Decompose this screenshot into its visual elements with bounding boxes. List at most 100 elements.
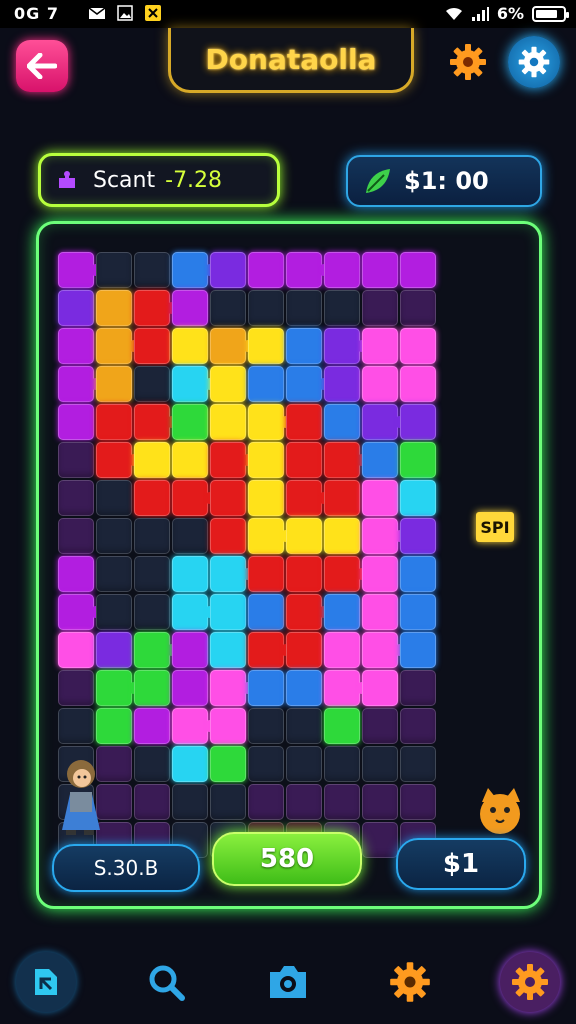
puzzle-piece[interactable] — [58, 708, 94, 744]
puzzle-piece[interactable] — [362, 518, 398, 554]
puzzle-piece[interactable] — [210, 746, 246, 782]
play-score-button[interactable]: 580 — [212, 832, 362, 886]
puzzle-piece[interactable] — [248, 442, 284, 478]
puzzle-piece[interactable] — [286, 328, 322, 364]
puzzle-piece[interactable] — [324, 670, 360, 706]
puzzle-piece[interactable] — [172, 784, 208, 820]
nav-settings[interactable] — [500, 952, 560, 1012]
puzzle-piece[interactable] — [96, 252, 132, 288]
puzzle-piece[interactable] — [400, 518, 436, 554]
puzzle-piece[interactable] — [324, 594, 360, 630]
right-stat-button[interactable]: $1 — [396, 838, 526, 890]
puzzle-piece[interactable] — [134, 594, 170, 630]
puzzle-piece[interactable] — [400, 252, 436, 288]
nav-camera[interactable] — [258, 952, 318, 1012]
puzzle-piece[interactable] — [248, 556, 284, 592]
puzzle-piece[interactable] — [362, 556, 398, 592]
puzzle-piece[interactable] — [362, 442, 398, 478]
puzzle-piece[interactable] — [248, 670, 284, 706]
puzzle-piece[interactable] — [248, 518, 284, 554]
puzzle-piece[interactable] — [286, 366, 322, 402]
puzzle-piece[interactable] — [134, 290, 170, 326]
puzzle-piece[interactable] — [96, 632, 132, 668]
puzzle-piece[interactable] — [172, 746, 208, 782]
puzzle-piece[interactable] — [58, 328, 94, 364]
puzzle-piece[interactable] — [400, 290, 436, 326]
puzzle-piece[interactable] — [172, 594, 208, 630]
puzzle-piece[interactable] — [134, 252, 170, 288]
puzzle-piece[interactable] — [324, 784, 360, 820]
puzzle-piece[interactable] — [134, 518, 170, 554]
puzzle-piece[interactable] — [362, 746, 398, 782]
puzzle-piece[interactable] — [210, 328, 246, 364]
puzzle-piece[interactable] — [324, 556, 360, 592]
puzzle-piece[interactable] — [400, 366, 436, 402]
puzzle-piece[interactable] — [324, 518, 360, 554]
puzzle-piece[interactable] — [286, 556, 322, 592]
puzzle-piece[interactable] — [58, 442, 94, 478]
puzzle-piece[interactable] — [210, 518, 246, 554]
puzzle-piece[interactable] — [400, 328, 436, 364]
puzzle-piece[interactable] — [362, 822, 398, 858]
puzzle-piece[interactable] — [96, 328, 132, 364]
puzzle-piece[interactable] — [286, 404, 322, 440]
puzzle-piece[interactable] — [172, 708, 208, 744]
puzzle-piece[interactable] — [58, 556, 94, 592]
puzzle-piece[interactable] — [134, 442, 170, 478]
puzzle-piece[interactable] — [210, 556, 246, 592]
puzzle-piece[interactable] — [400, 670, 436, 706]
puzzle-piece[interactable] — [324, 366, 360, 402]
puzzle-piece[interactable] — [58, 366, 94, 402]
puzzle-piece[interactable] — [324, 746, 360, 782]
puzzle-piece[interactable] — [286, 632, 322, 668]
puzzle-piece[interactable] — [324, 708, 360, 744]
puzzle-piece[interactable] — [286, 518, 322, 554]
puzzle-piece[interactable] — [210, 290, 246, 326]
puzzle-piece[interactable] — [286, 670, 322, 706]
puzzle-piece[interactable] — [58, 518, 94, 554]
puzzle-piece[interactable] — [324, 632, 360, 668]
puzzle-piece[interactable] — [96, 290, 132, 326]
puzzle-piece[interactable] — [286, 746, 322, 782]
puzzle-piece[interactable] — [248, 746, 284, 782]
puzzle-piece[interactable] — [134, 556, 170, 592]
puzzle-piece[interactable] — [362, 784, 398, 820]
puzzle-piece[interactable] — [96, 480, 132, 516]
puzzle-piece[interactable] — [324, 442, 360, 478]
puzzle-piece[interactable] — [362, 594, 398, 630]
puzzle-piece[interactable] — [210, 784, 246, 820]
puzzle-piece[interactable] — [248, 404, 284, 440]
puzzle-piece[interactable] — [324, 404, 360, 440]
puzzle-piece[interactable] — [96, 708, 132, 744]
puzzle-piece[interactable] — [324, 252, 360, 288]
puzzle-piece[interactable] — [362, 252, 398, 288]
puzzle-piece[interactable] — [400, 632, 436, 668]
puzzle-piece[interactable] — [400, 442, 436, 478]
puzzle-piece[interactable] — [58, 290, 94, 326]
puzzle-piece[interactable] — [134, 784, 170, 820]
puzzle-piece[interactable] — [248, 632, 284, 668]
puzzle-piece[interactable] — [96, 670, 132, 706]
puzzle-piece[interactable] — [172, 290, 208, 326]
puzzle-piece[interactable] — [210, 252, 246, 288]
puzzle-piece[interactable] — [172, 518, 208, 554]
puzzle-piece[interactable] — [400, 404, 436, 440]
puzzle-piece[interactable] — [286, 784, 322, 820]
puzzle-piece[interactable] — [172, 328, 208, 364]
gear-icon[interactable] — [448, 42, 488, 82]
puzzle-piece[interactable] — [210, 594, 246, 630]
puzzle-piece[interactable] — [362, 670, 398, 706]
puzzle-piece[interactable] — [210, 404, 246, 440]
puzzle-piece[interactable] — [362, 328, 398, 364]
puzzle-piece[interactable] — [58, 594, 94, 630]
puzzle-piece[interactable] — [248, 290, 284, 326]
coins-panel[interactable]: $1: 00 — [346, 155, 542, 207]
puzzle-piece[interactable] — [134, 328, 170, 364]
puzzle-piece[interactable] — [134, 632, 170, 668]
puzzle-piece[interactable] — [210, 480, 246, 516]
puzzle-piece[interactable] — [210, 366, 246, 402]
puzzle-piece[interactable] — [324, 328, 360, 364]
puzzle-piece[interactable] — [362, 708, 398, 744]
nav-search[interactable] — [136, 952, 196, 1012]
puzzle-piece[interactable] — [286, 290, 322, 326]
